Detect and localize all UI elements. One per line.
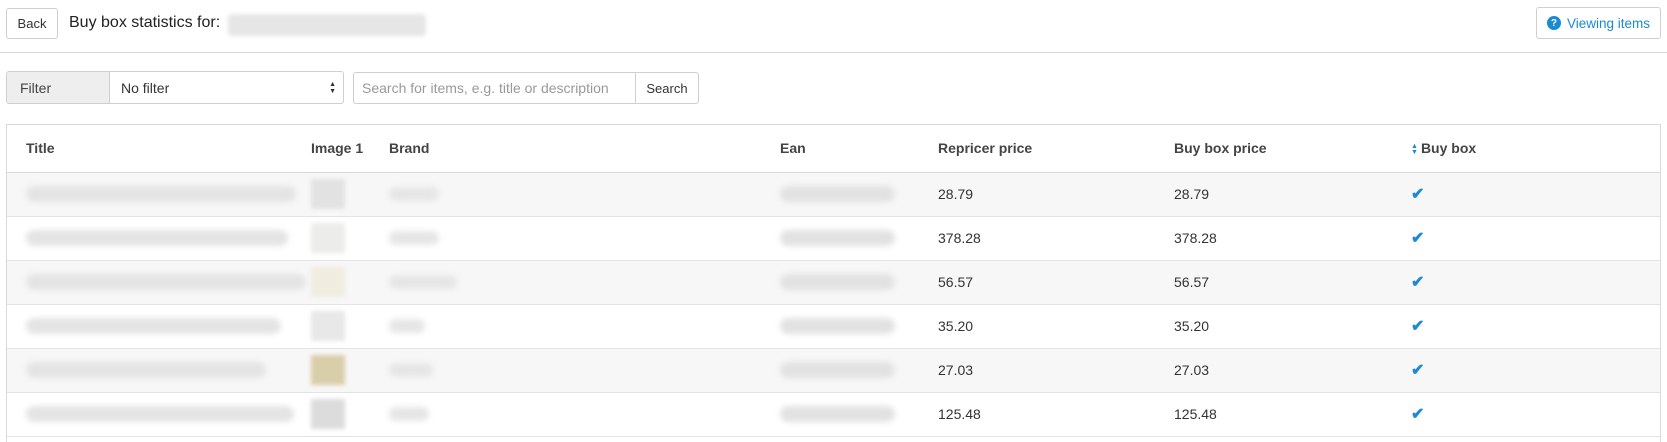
select-arrows-icon: ▲ ▼ <box>329 81 336 95</box>
redacted-title <box>26 274 306 290</box>
redacted-title <box>26 362 266 378</box>
table-row[interactable]: 125.48 125.48 ✔ <box>7 392 1660 437</box>
buy-box-price: 27.03 <box>1174 348 1411 393</box>
sort-icon: ▲ ▼ <box>1411 142 1418 156</box>
top-bar: Back Buy box statistics for: ? Viewing i… <box>0 0 1667 53</box>
redacted-store-name <box>228 14 426 36</box>
redacted-ean <box>780 186 895 202</box>
repricer-price: 125.48 <box>938 392 1174 437</box>
filter-group: Filter No filter ▲ ▼ <box>6 71 344 104</box>
column-header-ean[interactable]: Ean <box>780 125 938 173</box>
filter-select[interactable]: No filter ▲ ▼ <box>110 72 343 103</box>
check-icon: ✔ <box>1411 362 1425 379</box>
table-row[interactable]: 378.28 378.28 ✔ <box>7 216 1660 261</box>
product-thumbnail <box>311 223 345 253</box>
product-thumbnail <box>311 355 345 385</box>
check-icon: ✔ <box>1411 186 1425 203</box>
repricer-price: 28.79 <box>938 172 1174 217</box>
redacted-title <box>26 230 288 246</box>
column-header-buy-box-price[interactable]: Buy box price <box>1174 125 1411 173</box>
items-table: Title Image 1 Brand Ean Repricer price B… <box>6 124 1661 442</box>
table-row[interactable]: 35.20 35.20 ✔ <box>7 304 1660 349</box>
redacted-brand <box>389 187 439 201</box>
redacted-brand <box>389 231 439 245</box>
viewing-items-label: Viewing items <box>1566 15 1651 31</box>
repricer-price: 27.03 <box>938 348 1174 393</box>
redacted-ean <box>780 230 895 246</box>
redacted-brand <box>389 407 429 421</box>
buy-box-price: 35.20 <box>1174 304 1411 349</box>
column-header-brand[interactable]: Brand <box>389 125 780 173</box>
table-header-row: Title Image 1 Brand Ean Repricer price B… <box>7 125 1660 173</box>
column-header-image[interactable]: Image 1 <box>311 125 389 173</box>
redacted-ean <box>780 362 895 378</box>
redacted-brand <box>389 363 433 377</box>
help-icon: ? <box>1546 16 1561 30</box>
buy-box-price: 28.79 <box>1174 172 1411 217</box>
check-icon: ✔ <box>1411 406 1425 423</box>
product-thumbnail <box>311 311 345 341</box>
redacted-title <box>26 406 294 422</box>
redacted-brand <box>389 275 457 289</box>
back-button[interactable]: Back <box>6 8 58 39</box>
table-row[interactable]: 28.79 28.79 ✔ <box>7 172 1660 217</box>
table-row[interactable]: 56.57 56.57 ✔ <box>7 260 1660 305</box>
buy-box-price: 378.28 <box>1174 216 1411 261</box>
product-thumbnail <box>311 267 345 297</box>
column-header-repricer-price[interactable]: Repricer price <box>938 125 1174 173</box>
repricer-price: 56.57 <box>938 260 1174 305</box>
redacted-ean <box>780 406 895 422</box>
redacted-brand <box>389 319 425 333</box>
search-input[interactable] <box>353 72 635 104</box>
check-icon: ✔ <box>1411 230 1425 247</box>
repricer-price: 35.20 <box>938 304 1174 349</box>
redacted-ean <box>780 318 895 334</box>
search-button[interactable]: Search <box>635 72 699 104</box>
product-thumbnail <box>311 399 345 429</box>
check-icon: ✔ <box>1411 318 1425 335</box>
column-header-buy-box-label: Buy box <box>1420 140 1477 157</box>
back-button-label: Back <box>17 16 47 31</box>
column-header-title[interactable]: Title <box>7 125 311 173</box>
page-title: Buy box statistics for: <box>69 14 221 31</box>
filter-label: Filter <box>7 72 110 103</box>
redacted-title <box>26 318 281 334</box>
buy-box-price: 125.48 <box>1174 392 1411 437</box>
table-row[interactable]: 27.03 27.03 ✔ <box>7 348 1660 393</box>
buy-box-price: 56.57 <box>1174 260 1411 305</box>
repricer-price: 378.28 <box>938 216 1174 261</box>
check-icon: ✔ <box>1411 274 1425 291</box>
redacted-title <box>26 186 296 202</box>
viewing-items-button[interactable]: ? Viewing items <box>1536 7 1661 39</box>
redacted-ean <box>780 274 895 290</box>
filter-selected-value: No filter <box>121 79 170 96</box>
column-header-buy-box[interactable]: ▲ ▼ Buy box <box>1411 125 1660 173</box>
search-group: Search <box>353 72 699 104</box>
product-thumbnail <box>311 179 345 209</box>
